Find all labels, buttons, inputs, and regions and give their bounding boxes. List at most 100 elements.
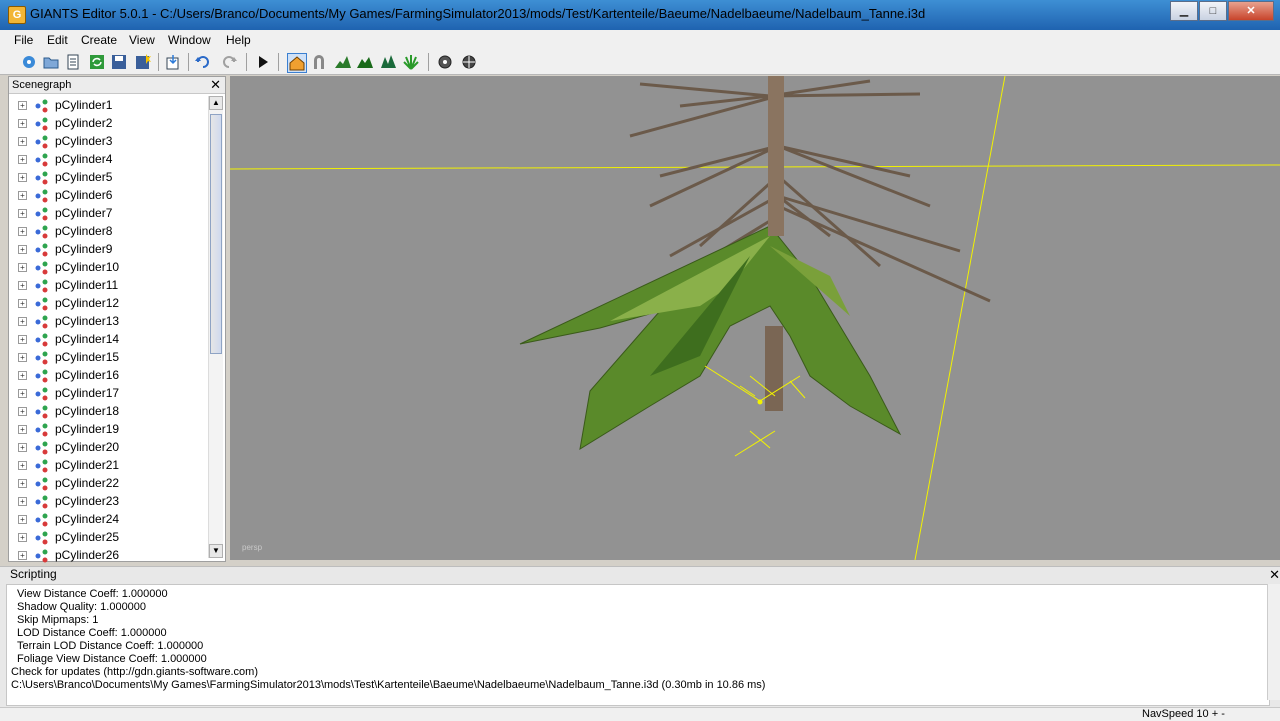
expand-icon[interactable]: + [18, 137, 27, 146]
menu-view[interactable]: View [129, 33, 155, 47]
scroll-thumb[interactable] [210, 114, 222, 354]
expand-icon[interactable]: + [18, 389, 27, 398]
tree-node[interactable]: + pCylinder11 [9, 276, 205, 294]
expand-icon[interactable]: + [18, 119, 27, 128]
expand-icon[interactable]: + [18, 209, 27, 218]
tree-node-label: pCylinder1 [55, 98, 113, 112]
scroll-up-icon[interactable]: ▲ [209, 96, 223, 110]
tree-node-label: pCylinder9 [55, 242, 113, 256]
menu-window[interactable]: Window [168, 33, 211, 47]
tree-node[interactable]: + pCylinder8 [9, 222, 205, 240]
expand-icon[interactable]: + [18, 101, 27, 110]
tree-node[interactable]: + pCylinder3 [9, 132, 205, 150]
tree-node[interactable]: + pCylinder21 [9, 456, 205, 474]
tree-node[interactable]: + pCylinder18 [9, 402, 205, 420]
tree-node-label: pCylinder24 [55, 512, 120, 526]
close-window-button[interactable]: ✕ [1228, 1, 1274, 21]
minimize-button[interactable]: ▁ [1170, 1, 1198, 21]
camera-label: persp [242, 543, 263, 552]
tree-node[interactable]: + pCylinder1 [9, 96, 205, 114]
play-icon[interactable] [254, 53, 272, 71]
scripting-scrollbar[interactable] [1267, 584, 1280, 700]
tree-node[interactable]: + pCylinder17 [9, 384, 205, 402]
home-select-icon[interactable] [287, 53, 307, 73]
expand-icon[interactable]: + [18, 551, 27, 560]
tree-node-label: pCylinder6 [55, 188, 113, 202]
expand-icon[interactable]: + [18, 425, 27, 434]
expand-icon[interactable]: + [18, 371, 27, 380]
tree-node[interactable]: + pCylinder6 [9, 186, 205, 204]
expand-icon[interactable]: + [18, 515, 27, 524]
menu-create[interactable]: Create [81, 33, 117, 47]
expand-icon[interactable]: + [18, 173, 27, 182]
close-scripting-icon[interactable]: ✕ [1269, 567, 1280, 583]
settings-gear-icon[interactable] [436, 53, 454, 71]
scripting-log[interactable]: View Distance Coeff: 1.000000 Shadow Qual… [6, 584, 1270, 706]
tree-node-label: pCylinder12 [55, 296, 120, 310]
tree-node[interactable]: + pCylinder7 [9, 204, 205, 222]
save-icon[interactable] [110, 53, 128, 71]
tree-node[interactable]: + pCylinder16 [9, 366, 205, 384]
tree-node[interactable]: + pCylinder24 [9, 510, 205, 528]
menu-edit[interactable]: Edit [47, 33, 68, 47]
expand-icon[interactable]: + [18, 317, 27, 326]
tree-node[interactable]: + pCylinder9 [9, 240, 205, 258]
expand-icon[interactable]: + [18, 155, 27, 164]
scroll-down-icon[interactable]: ▼ [209, 544, 223, 558]
tree-node[interactable]: + pCylinder14 [9, 330, 205, 348]
menu-file[interactable]: File [14, 33, 33, 47]
open-folder-icon[interactable] [42, 53, 60, 71]
tree-node[interactable]: + pCylinder4 [9, 150, 205, 168]
expand-icon[interactable]: + [18, 263, 27, 272]
scenegraph-scrollbar[interactable]: ▲ ▼ [208, 96, 223, 558]
redo-icon[interactable] [220, 53, 238, 71]
magnet-icon[interactable] [310, 53, 328, 71]
maximize-button[interactable]: □ [1199, 1, 1227, 21]
expand-icon[interactable]: + [18, 533, 27, 542]
expand-icon[interactable]: + [18, 227, 27, 236]
expand-icon[interactable]: + [18, 299, 27, 308]
terrain-paint-icon[interactable] [356, 53, 374, 71]
expand-icon[interactable]: + [18, 191, 27, 200]
terrain-raise-icon[interactable] [334, 53, 352, 71]
expand-icon[interactable]: + [18, 443, 27, 452]
expand-icon[interactable]: + [18, 479, 27, 488]
expand-icon[interactable]: + [18, 353, 27, 362]
3d-viewport[interactable]: persp [230, 76, 1280, 560]
tree-node[interactable]: + pCylinder2 [9, 114, 205, 132]
tree-node[interactable]: + pCylinder12 [9, 294, 205, 312]
document-list-icon[interactable] [64, 53, 82, 71]
log-line: Terrain LOD Distance Coeff: 1.000000 [17, 640, 204, 652]
tools-gear-icon[interactable] [460, 53, 478, 71]
expand-icon[interactable]: + [18, 497, 27, 506]
expand-icon[interactable]: + [18, 281, 27, 290]
tree-node[interactable]: + pCylinder5 [9, 168, 205, 186]
terrain-smooth-icon[interactable] [380, 53, 398, 71]
expand-icon[interactable]: + [18, 245, 27, 254]
expand-icon[interactable]: + [18, 461, 27, 470]
tree-node[interactable]: + pCylinder10 [9, 258, 205, 276]
tree-node[interactable]: + pCylinder13 [9, 312, 205, 330]
expand-icon[interactable]: + [18, 335, 27, 344]
save-as-icon[interactable] [134, 53, 152, 71]
expand-icon[interactable]: + [18, 407, 27, 416]
new-file-icon[interactable] [20, 53, 38, 71]
transform-node-icon [35, 351, 48, 365]
grid-line-horizontal [230, 164, 1280, 170]
tree-node-label: pCylinder10 [55, 260, 120, 274]
close-panel-icon[interactable]: ✕ [210, 77, 221, 93]
tree-node[interactable]: + pCylinder15 [9, 348, 205, 366]
tree-node-label: pCylinder8 [55, 224, 113, 238]
tree-node[interactable]: + pCylinder20 [9, 438, 205, 456]
tree-node-label: pCylinder14 [55, 332, 120, 346]
foliage-paint-icon[interactable] [402, 53, 420, 71]
refresh-icon[interactable] [88, 53, 106, 71]
tree-node[interactable]: + pCylinder23 [9, 492, 205, 510]
tree-node[interactable]: + pCylinder22 [9, 474, 205, 492]
undo-icon[interactable] [194, 53, 212, 71]
import-icon[interactable] [164, 53, 182, 71]
tree-node[interactable]: + pCylinder25 [9, 528, 205, 546]
menu-help[interactable]: Help [226, 33, 251, 47]
tree-node[interactable]: + pCylinder26 [9, 546, 205, 564]
tree-node[interactable]: + pCylinder19 [9, 420, 205, 438]
